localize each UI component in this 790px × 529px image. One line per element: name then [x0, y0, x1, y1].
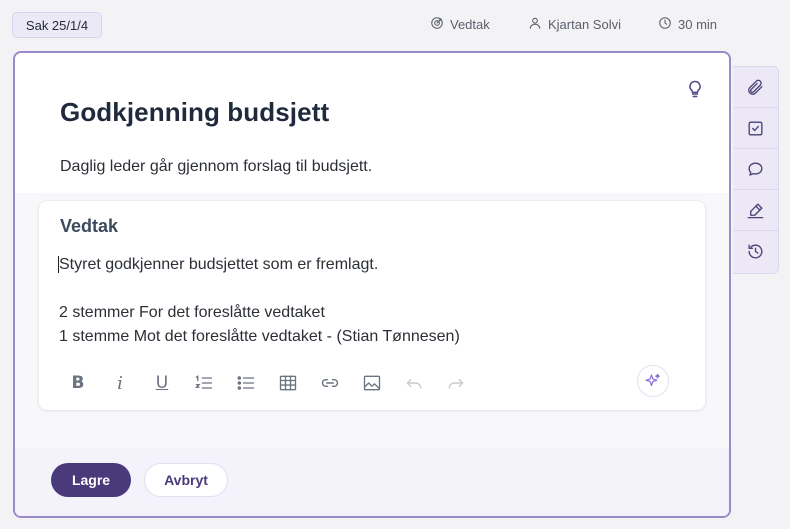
underline-button[interactable]: U [141, 369, 183, 397]
decision-line [59, 277, 679, 301]
user-name-label: Kjartan Solvi [548, 17, 621, 32]
item-title: Godkjenning budsjett [60, 97, 330, 127]
history-button[interactable] [733, 231, 778, 272]
redo-icon [448, 378, 464, 389]
bullet-list-button[interactable] [225, 369, 267, 397]
decision-line: 1 stemme Mot det foreslåtte vedtaket - (… [59, 328, 460, 345]
decision-line: 2 stemmer For det foreslåtte vedtaket [59, 304, 325, 321]
decision-text-area[interactable]: Styret godkjenner budsjettet som er frem… [58, 253, 679, 349]
link-button[interactable] [309, 369, 351, 397]
item-description: Daglig leder går gjennom forslag til bud… [60, 158, 373, 175]
save-button[interactable]: Lagre [51, 463, 131, 497]
tasks-button[interactable] [733, 108, 778, 149]
side-rail [733, 66, 779, 274]
item-type-meta: Vedtak [430, 16, 490, 33]
decision-type-icon [430, 16, 444, 33]
image-icon [363, 375, 381, 391]
duration-label: 30 min [678, 17, 718, 32]
card-footer: Lagre Avbryt [15, 448, 729, 516]
item-type-label: Vedtak [450, 17, 490, 32]
undo-icon [406, 378, 422, 389]
duration-meta: 30 min [658, 16, 717, 33]
user-icon [528, 16, 542, 33]
italic-button[interactable]: i [99, 369, 141, 397]
bullet-list-icon [237, 376, 255, 390]
case-number-badge: Sak 25/1/4 [12, 12, 102, 38]
decision-heading: Vedtak [60, 216, 119, 236]
comment-icon [748, 161, 763, 176]
signature-pen-icon [747, 202, 764, 218]
sign-button[interactable] [733, 190, 778, 231]
ordered-list-icon [194, 375, 213, 389]
decision-line: Styret godkjenner budsjettet som er frem… [58, 256, 379, 273]
image-button[interactable] [351, 369, 393, 397]
agenda-item-card: Godkjenning budsjett Daglig leder går gj… [13, 51, 731, 518]
table-button[interactable] [267, 369, 309, 397]
table-icon [279, 375, 297, 391]
clock-icon [658, 16, 672, 33]
cancel-button[interactable]: Avbryt [144, 463, 228, 497]
attachments-button[interactable] [733, 67, 778, 108]
redo-button[interactable] [435, 369, 477, 397]
link-icon [321, 378, 339, 388]
ai-assist-button[interactable] [637, 365, 669, 397]
formatting-toolbar: B i U [57, 369, 477, 397]
ordered-list-button[interactable] [183, 369, 225, 397]
user-meta: Kjartan Solvi [528, 16, 621, 33]
lightbulb-icon[interactable] [685, 79, 705, 99]
undo-button[interactable] [393, 369, 435, 397]
history-icon [748, 244, 763, 259]
sparkle-icon [645, 373, 660, 387]
bold-button[interactable]: B [57, 369, 99, 397]
paperclip-icon [748, 79, 763, 95]
checkbox-icon [748, 120, 763, 136]
decision-editor: Vedtak Styret godkjenner budsjettet som … [39, 201, 705, 410]
comments-button[interactable] [733, 149, 778, 190]
